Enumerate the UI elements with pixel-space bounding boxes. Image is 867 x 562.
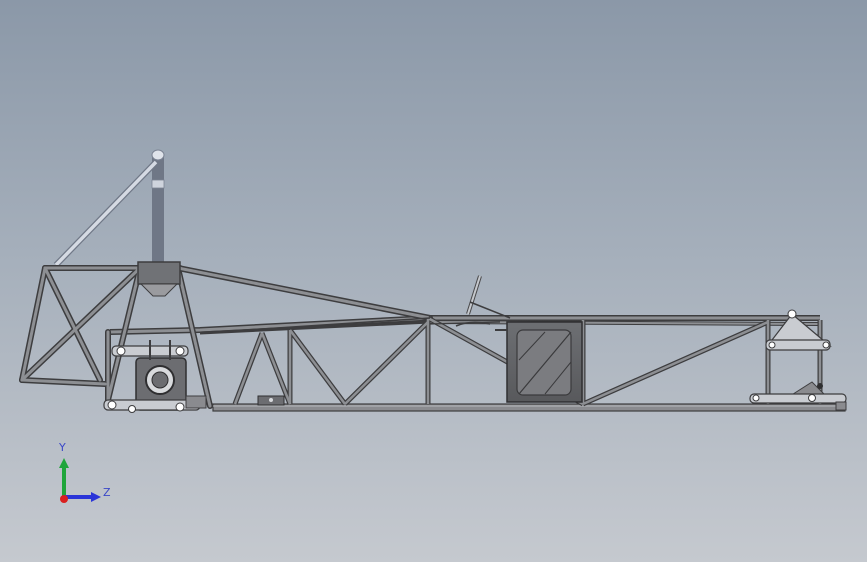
seat-plate <box>495 321 583 403</box>
front-frame <box>19 261 433 409</box>
chassis-model[interactable] <box>0 0 867 562</box>
front-suspension <box>103 340 207 413</box>
mount-bracket <box>257 395 285 406</box>
lower-rail <box>212 403 846 412</box>
y-axis-label: Y <box>59 441 66 454</box>
roll-hoop <box>53 149 165 268</box>
graphics-viewport[interactable]: Y Z <box>0 0 867 562</box>
z-axis-label: Z <box>103 486 111 499</box>
axis-triad <box>59 458 101 503</box>
x-axis-dot <box>60 495 68 503</box>
upper-rail <box>109 315 821 335</box>
